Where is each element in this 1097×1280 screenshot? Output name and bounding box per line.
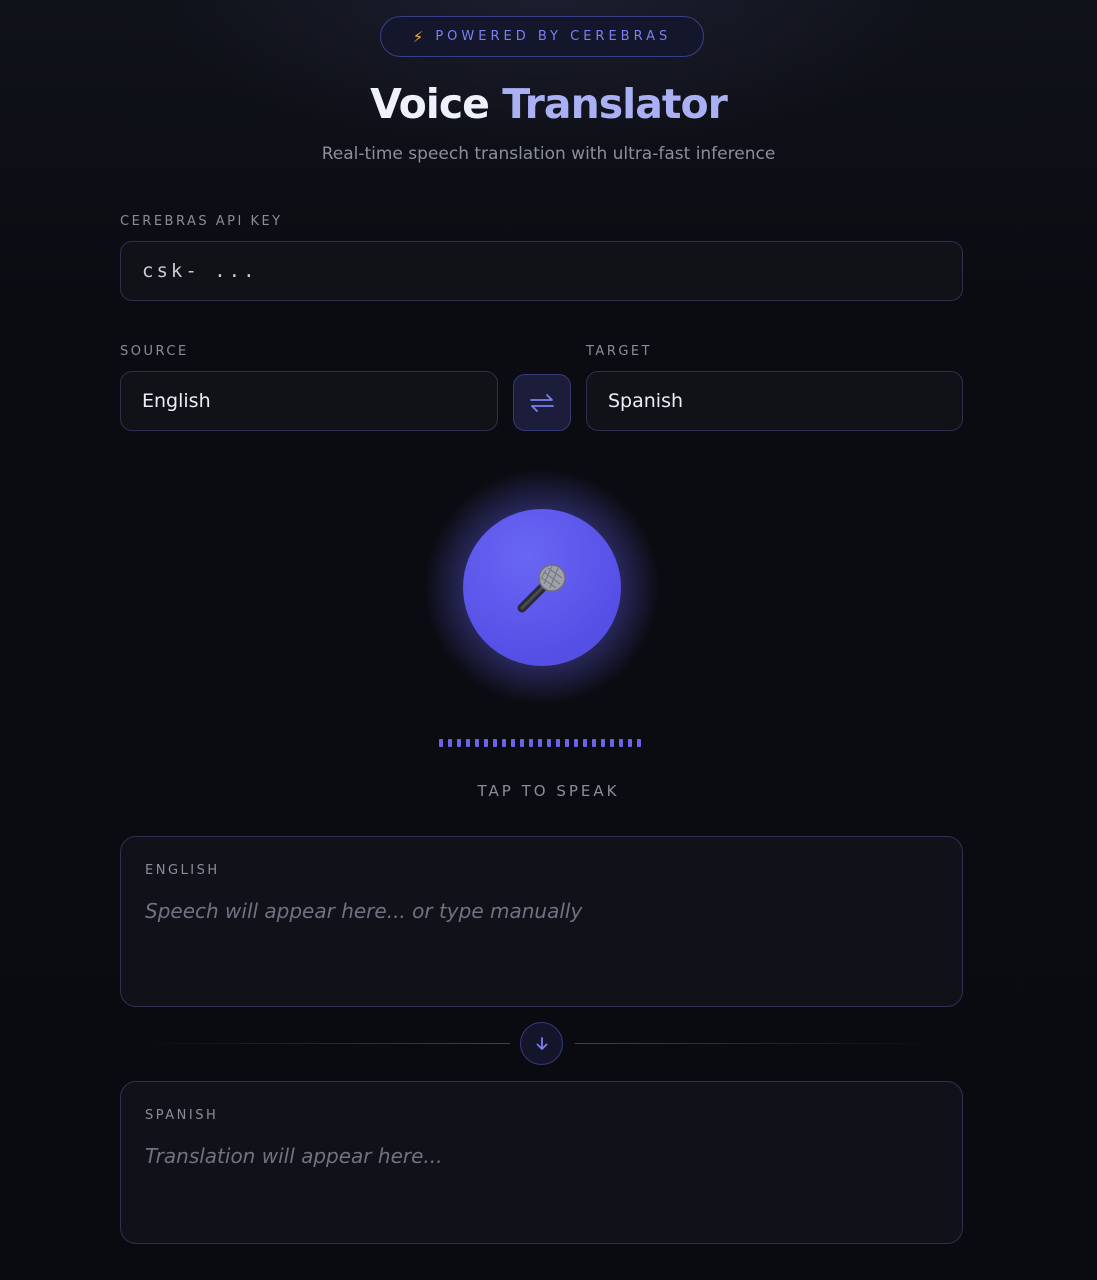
title-translator: Translator bbox=[502, 80, 728, 128]
source-language-select[interactable]: English bbox=[120, 371, 498, 431]
microphone-icon bbox=[517, 563, 566, 612]
target-language-select[interactable]: Spanish bbox=[586, 371, 963, 431]
source-label: SOURCE bbox=[120, 344, 189, 359]
page-subtitle: Real-time speech translation with ultra-… bbox=[321, 144, 776, 164]
translate-direction-indicator bbox=[520, 1022, 563, 1065]
target-text-panel: SPANISH Translation will appear here... bbox=[120, 1081, 963, 1244]
source-text-placeholder[interactable]: Speech will appear here... or type manua… bbox=[145, 899, 582, 923]
divider-left bbox=[140, 1043, 510, 1044]
swap-languages-button[interactable] bbox=[513, 374, 571, 431]
audio-waveform bbox=[439, 739, 641, 747]
voice-translator-app: ⚡ POWERED BY CEREBRAS Voice Translator R… bbox=[0, 0, 1097, 1280]
tap-to-speak-hint: TAP TO SPEAK bbox=[477, 782, 620, 800]
target-text-placeholder: Translation will appear here... bbox=[145, 1144, 443, 1168]
swap-arrows-icon bbox=[530, 393, 554, 412]
target-panel-label: SPANISH bbox=[145, 1108, 219, 1123]
source-text-panel[interactable]: ENGLISH Speech will appear here... or ty… bbox=[120, 836, 963, 1007]
target-label: TARGET bbox=[586, 344, 653, 359]
api-key-input[interactable] bbox=[120, 241, 963, 301]
source-panel-label: ENGLISH bbox=[145, 863, 220, 878]
lightning-icon: ⚡ bbox=[412, 27, 424, 46]
page-title: Voice Translator bbox=[0, 80, 1097, 128]
divider-right bbox=[575, 1043, 935, 1044]
target-language-value: Spanish bbox=[608, 390, 684, 412]
mic-button[interactable] bbox=[463, 509, 621, 666]
badge-text: POWERED BY CEREBRAS bbox=[435, 29, 672, 44]
arrow-down-icon bbox=[536, 1036, 547, 1050]
source-language-value: English bbox=[142, 390, 211, 412]
api-key-label: CEREBRAS API KEY bbox=[120, 214, 283, 229]
powered-by-badge: ⚡ POWERED BY CEREBRAS bbox=[380, 16, 704, 57]
title-voice: Voice bbox=[370, 80, 490, 128]
